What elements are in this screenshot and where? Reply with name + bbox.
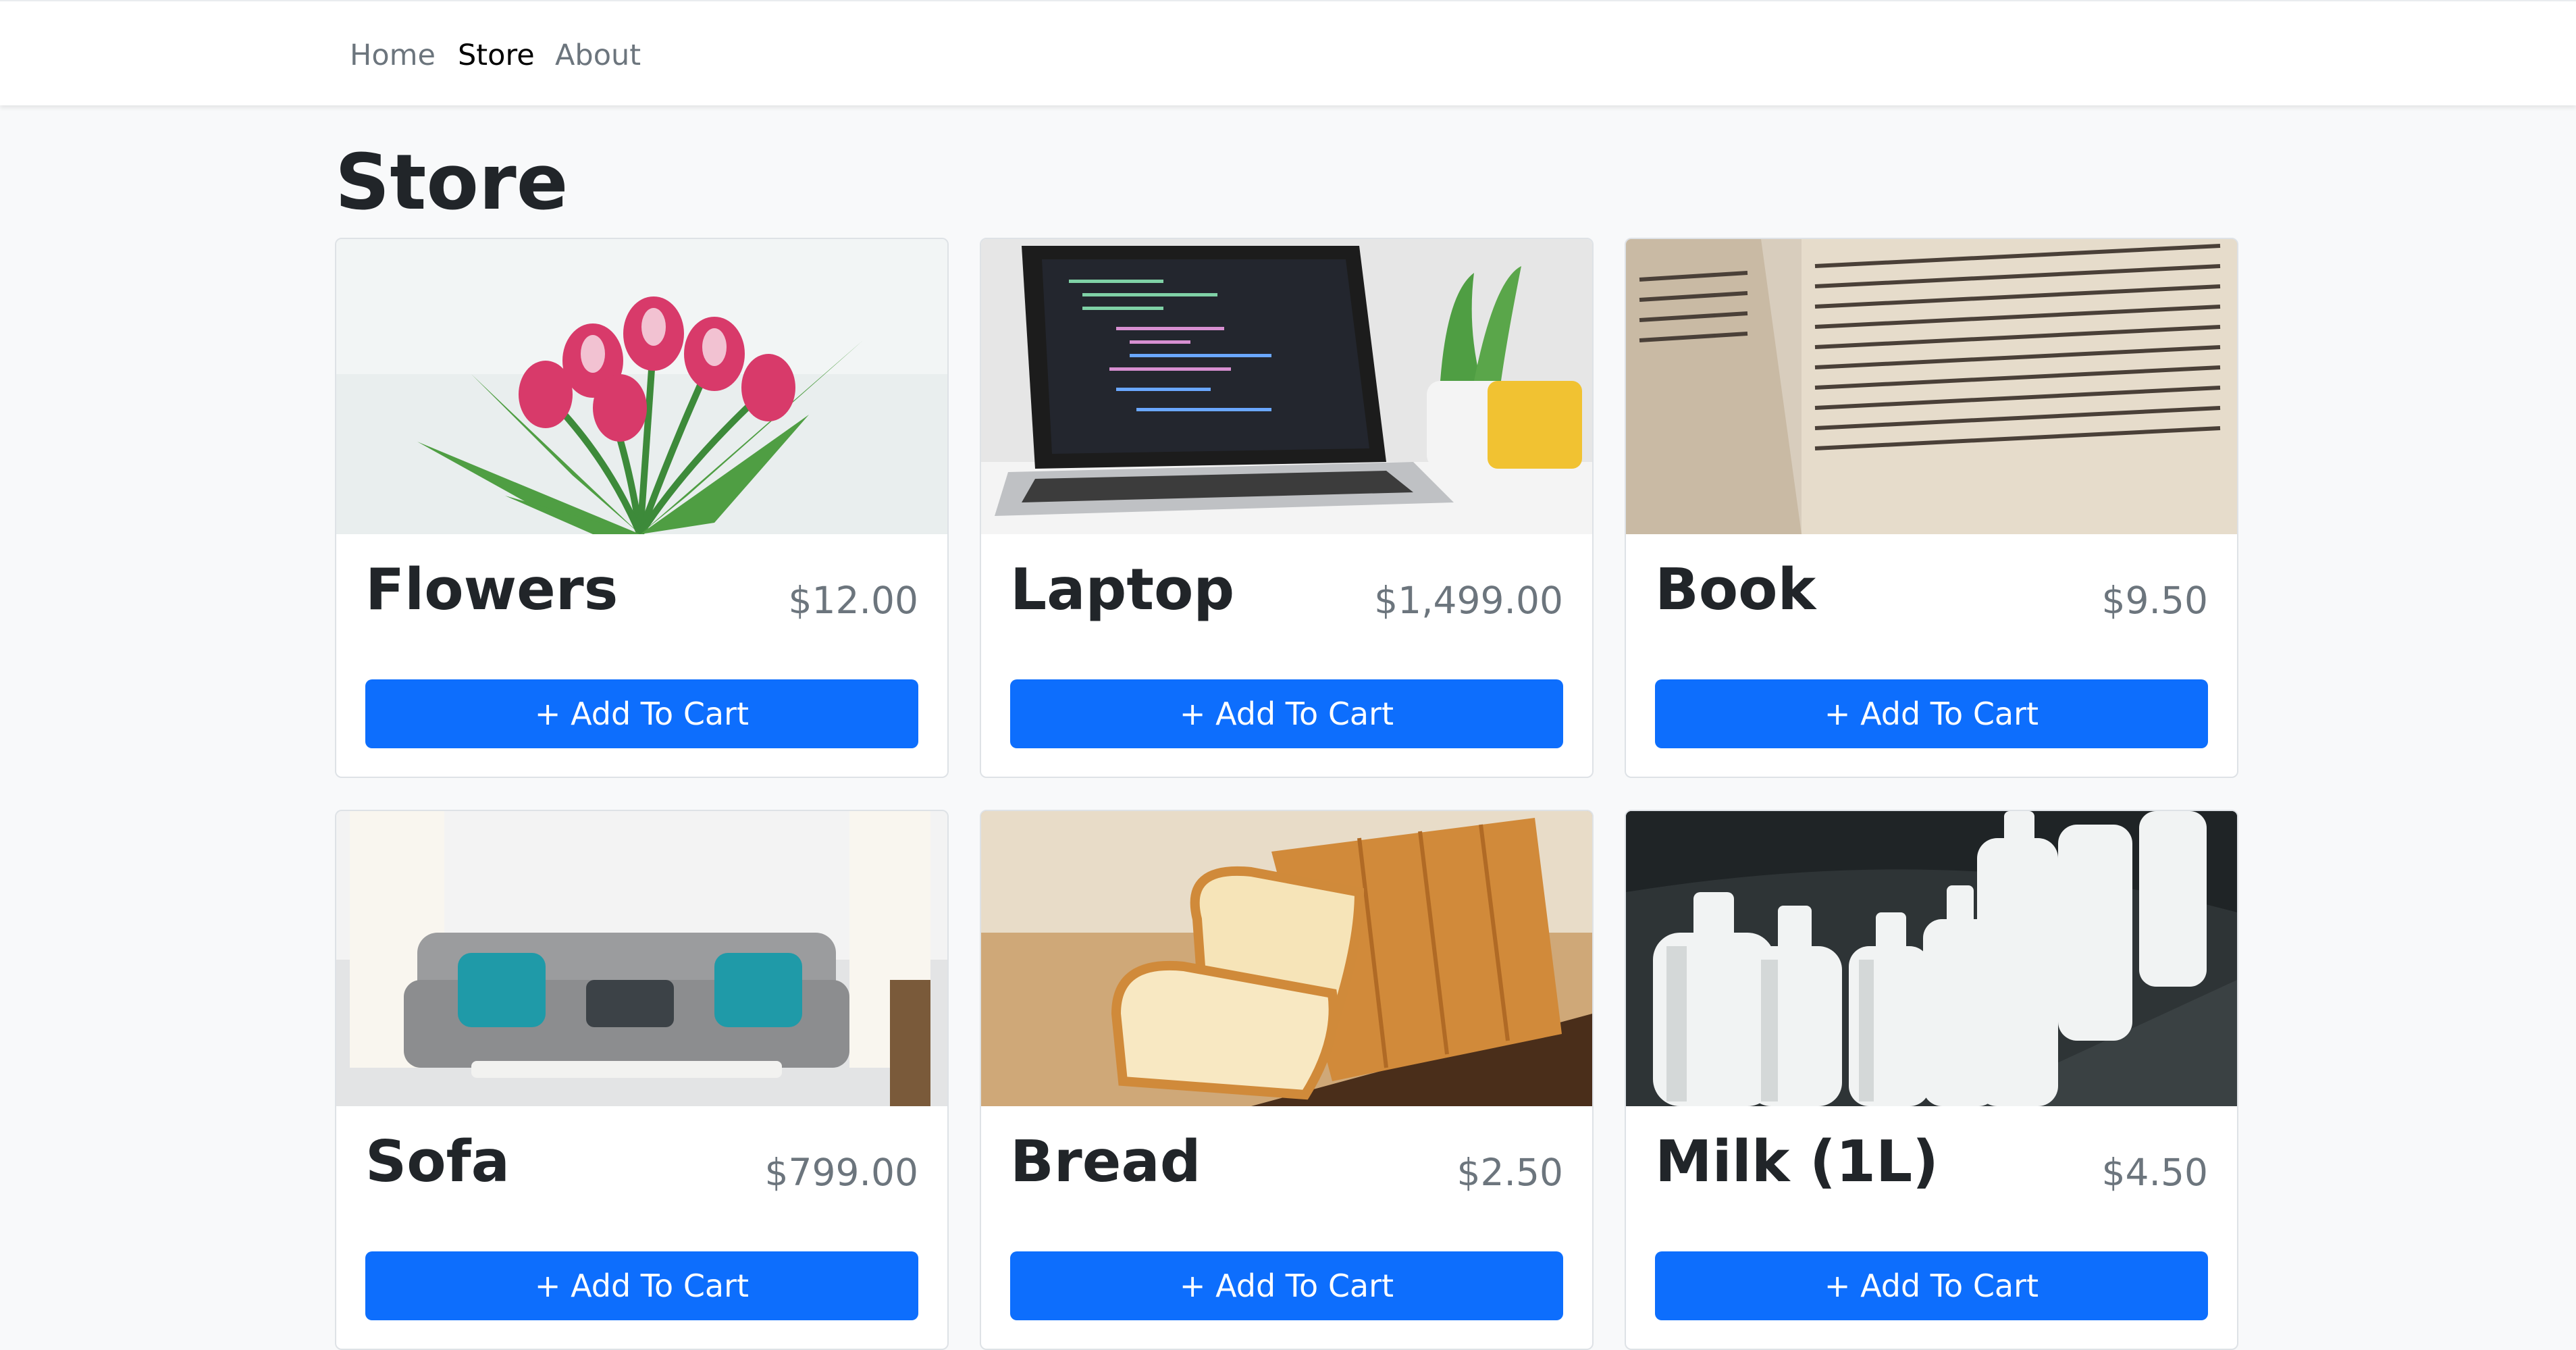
- product-price: $2.50: [1456, 1151, 1563, 1194]
- product-name: Flowers: [365, 556, 619, 623]
- add-to-cart-button[interactable]: + Add To Cart: [365, 1251, 918, 1320]
- add-to-cart-button[interactable]: + Add To Cart: [1655, 1251, 2208, 1320]
- product-name: Sofa: [365, 1128, 510, 1195]
- nav-link-home[interactable]: Home: [350, 36, 436, 74]
- add-to-cart-button[interactable]: + Add To Cart: [1010, 1251, 1563, 1320]
- page-title: Store: [335, 138, 569, 227]
- product-card-sofa: Sofa $799.00 + Add To Cart: [335, 810, 949, 1350]
- product-card-laptop: Laptop $1,499.00 + Add To Cart: [980, 238, 1594, 778]
- product-price: $1,499.00: [1374, 579, 1563, 622]
- product-name: Book: [1655, 556, 1816, 623]
- sofa-image: [336, 811, 947, 1106]
- nav-link-about[interactable]: About: [555, 36, 641, 74]
- book-image: [1626, 239, 2237, 534]
- product-price: $9.50: [2101, 579, 2208, 622]
- product-name: Laptop: [1010, 556, 1235, 623]
- bread-image: [981, 811, 1592, 1106]
- product-card-bread: Bread $2.50 + Add To Cart: [980, 810, 1594, 1350]
- product-price: $4.50: [2101, 1151, 2208, 1194]
- flowers-image: [336, 239, 947, 534]
- product-name: Bread: [1010, 1128, 1201, 1195]
- product-name: Milk (1L): [1655, 1128, 1939, 1195]
- product-card-milk: Milk (1L) $4.50 + Add To Cart: [1625, 810, 2238, 1350]
- add-to-cart-button[interactable]: + Add To Cart: [365, 679, 918, 748]
- laptop-image: [981, 239, 1592, 534]
- top-navbar: Home Store About: [0, 0, 2576, 105]
- add-to-cart-button[interactable]: + Add To Cart: [1010, 679, 1563, 748]
- nav-link-store[interactable]: Store: [458, 36, 535, 74]
- product-card-book: Book $9.50 + Add To Cart: [1625, 238, 2238, 778]
- milk-image: [1626, 811, 2237, 1106]
- product-price: $12.00: [788, 579, 918, 622]
- product-card-flowers: Flowers $12.00 + Add To Cart: [335, 238, 949, 778]
- product-price: $799.00: [764, 1151, 918, 1194]
- add-to-cart-button[interactable]: + Add To Cart: [1655, 679, 2208, 748]
